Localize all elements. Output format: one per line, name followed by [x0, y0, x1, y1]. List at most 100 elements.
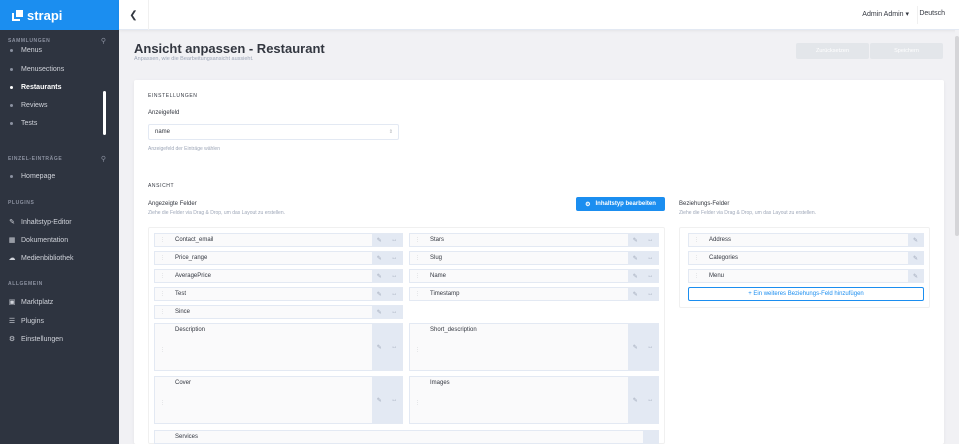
sidebar-item-reviews[interactable]: Reviews — [8, 102, 47, 109]
field-name: Images — [430, 380, 450, 386]
caret-down-icon: ▾ — [905, 11, 909, 18]
field-item[interactable]: ⋮ Slug ✎ ↔ — [409, 251, 659, 265]
pencil-icon[interactable]: ✎ — [633, 255, 638, 262]
field-item[interactable]: ⋮ Stars ✎ ↔ — [409, 233, 659, 247]
pencil-icon[interactable]: ✎ — [913, 273, 918, 280]
field-item[interactable]: Services — [154, 430, 659, 444]
field-item[interactable]: ⋮ AveragePrice ✎ ↔ — [154, 269, 403, 283]
relation-item[interactable]: ⋮ Address ✎ — [688, 233, 924, 247]
resize-icon[interactable]: ↔ — [391, 255, 397, 261]
page-subtitle: Anpassen, wie die Bearbeitungsansicht au… — [134, 56, 254, 62]
drag-handle-icon[interactable]: ⋮ — [160, 237, 165, 243]
resize-icon[interactable]: ↔ — [647, 255, 653, 261]
field-item[interactable]: ⋮ Description ✎ ↔ — [154, 323, 403, 371]
gear-icon: ⚙ — [585, 201, 591, 208]
drag-handle-icon[interactable]: ⋮ — [160, 347, 165, 353]
drag-handle-icon[interactable]: ⋮ — [694, 255, 699, 261]
sidebar-item-documentation[interactable]: ▦ Dokumentation — [8, 236, 68, 245]
sidebar-item-menus[interactable]: Menus — [8, 47, 42, 54]
sidebar-item-label: Medienbibliothek — [21, 254, 74, 262]
pencil-icon[interactable]: ✎ — [633, 237, 638, 244]
add-relation-button[interactable]: + Ein weiteres Beziehungs-Feld hinzufüge… — [688, 287, 924, 301]
drag-handle-icon[interactable]: ⋮ — [160, 273, 165, 279]
sidebar-item-settings[interactable]: ⚙ Einstellungen — [8, 335, 63, 344]
pencil-icon[interactable]: ✎ — [377, 237, 382, 244]
pencil-icon[interactable]: ✎ — [633, 397, 638, 404]
relation-item[interactable]: ⋮ Menu ✎ — [688, 269, 924, 283]
edit-content-type-button[interactable]: ⚙ Inhaltstyp bearbeiten — [576, 197, 665, 211]
pencil-icon[interactable]: ✎ — [377, 273, 382, 280]
relation-item[interactable]: ⋮ Categories ✎ — [688, 251, 924, 265]
pencil-icon[interactable]: ✎ — [377, 309, 382, 316]
resize-icon[interactable]: ↔ — [647, 291, 653, 297]
resize-icon[interactable]: ↔ — [391, 397, 397, 403]
drag-handle-icon[interactable]: ⋮ — [160, 291, 165, 297]
pencil-icon[interactable]: ✎ — [377, 291, 382, 298]
drag-handle-icon[interactable]: ⋮ — [415, 255, 420, 261]
sidebar-item-homepage[interactable]: Homepage — [8, 173, 55, 180]
field-item[interactable]: ⋮ Test ✎ ↔ — [154, 287, 403, 301]
resize-icon[interactable]: ↔ — [391, 237, 397, 243]
pencil-icon[interactable]: ✎ — [377, 344, 382, 351]
resize-icon[interactable]: ↔ — [391, 291, 397, 297]
display-field-select[interactable]: name ⇕ — [148, 124, 399, 140]
save-button[interactable]: Speichern — [870, 43, 943, 59]
bullet-icon — [10, 49, 13, 52]
field-item[interactable]: ⋮ Short_description ✎ ↔ — [409, 323, 659, 371]
resize-icon[interactable]: ↔ — [647, 237, 653, 243]
field-item[interactable]: ⋮ Contact_email ✎ ↔ — [154, 233, 403, 247]
reset-button[interactable]: Zurücksetzen — [796, 43, 869, 59]
resize-icon[interactable]: ↔ — [391, 344, 397, 350]
field-actions: ✎ ↔ — [372, 269, 402, 283]
edit-content-type-label: Inhaltstyp bearbeiten — [595, 201, 656, 207]
drag-handle-icon[interactable]: ⋮ — [415, 347, 420, 353]
sidebar-item-content-type-builder[interactable]: ✎ Inhaltstyp-Editor — [8, 218, 72, 227]
resize-icon[interactable]: ↔ — [391, 273, 397, 279]
resize-icon[interactable]: ↔ — [391, 309, 397, 315]
pencil-icon[interactable]: ✎ — [633, 344, 638, 351]
pencil-icon[interactable]: ✎ — [913, 237, 918, 244]
sidebar-section-general: ALLGEMEIN — [8, 281, 43, 287]
drag-handle-icon[interactable]: ⋮ — [415, 291, 420, 297]
resize-icon[interactable]: ↔ — [647, 273, 653, 279]
drag-handle-icon[interactable]: ⋮ — [160, 400, 165, 406]
page-scrollbar[interactable] — [955, 30, 959, 444]
sidebar-scrollbar[interactable] — [103, 91, 106, 135]
scrollbar-thumb[interactable] — [955, 36, 959, 236]
pencil-icon[interactable]: ✎ — [913, 255, 918, 262]
pencil-icon[interactable]: ✎ — [633, 291, 638, 298]
drag-handle-icon[interactable]: ⋮ — [160, 255, 165, 261]
field-item[interactable]: ⋮ Images ✎ ↔ — [409, 376, 659, 424]
sidebar-item-tests[interactable]: Tests — [8, 120, 37, 127]
drag-handle-icon[interactable]: ⋮ — [694, 273, 699, 279]
field-item[interactable]: ⋮ Price_range ✎ ↔ — [154, 251, 403, 265]
field-item[interactable]: ⋮ Since ✎ ↔ — [154, 305, 403, 319]
search-icon[interactable]: ⚲ — [101, 37, 106, 45]
sidebar-item-marketplace[interactable]: ▣ Marktplatz — [8, 298, 54, 307]
brand-logo[interactable]: strapi — [0, 0, 119, 30]
sidebar-item-media-library[interactable]: ☁ Medienbibliothek — [8, 254, 74, 263]
drag-handle-icon[interactable]: ⋮ — [415, 400, 420, 406]
resize-icon[interactable]: ↔ — [647, 397, 653, 403]
sidebar-item-restaurants[interactable]: Restaurants — [8, 84, 61, 91]
field-actions: ✎ ↔ — [628, 251, 658, 265]
drag-handle-icon[interactable]: ⋮ — [415, 237, 420, 243]
language-select[interactable]: Deutsch — [919, 10, 945, 17]
sidebar-item-plugins[interactable]: ☰ Plugins — [8, 317, 44, 326]
resize-icon[interactable]: ↔ — [647, 344, 653, 350]
field-item[interactable]: ⋮ Cover ✎ ↔ — [154, 376, 403, 424]
displayed-fields-label: Angezeigte Felder — [148, 201, 197, 207]
pencil-icon[interactable]: ✎ — [377, 397, 382, 404]
field-item[interactable]: ⋮ Timestamp ✎ ↔ — [409, 287, 659, 301]
drag-handle-icon[interactable]: ⋮ — [415, 273, 420, 279]
back-button[interactable]: ❮ — [119, 0, 149, 30]
sidebar-item-menusections[interactable]: Menusections — [8, 66, 64, 73]
drag-handle-icon[interactable]: ⋮ — [160, 309, 165, 315]
pencil-icon[interactable]: ✎ — [377, 255, 382, 262]
search-icon[interactable]: ⚲ — [101, 155, 106, 163]
drag-handle-icon[interactable]: ⋮ — [694, 237, 699, 243]
book-icon: ▦ — [8, 237, 16, 244]
user-menu[interactable]: Admin Admin ▾ — [862, 10, 909, 18]
pencil-icon[interactable]: ✎ — [633, 273, 638, 280]
field-item[interactable]: ⋮ Name ✎ ↔ — [409, 269, 659, 283]
